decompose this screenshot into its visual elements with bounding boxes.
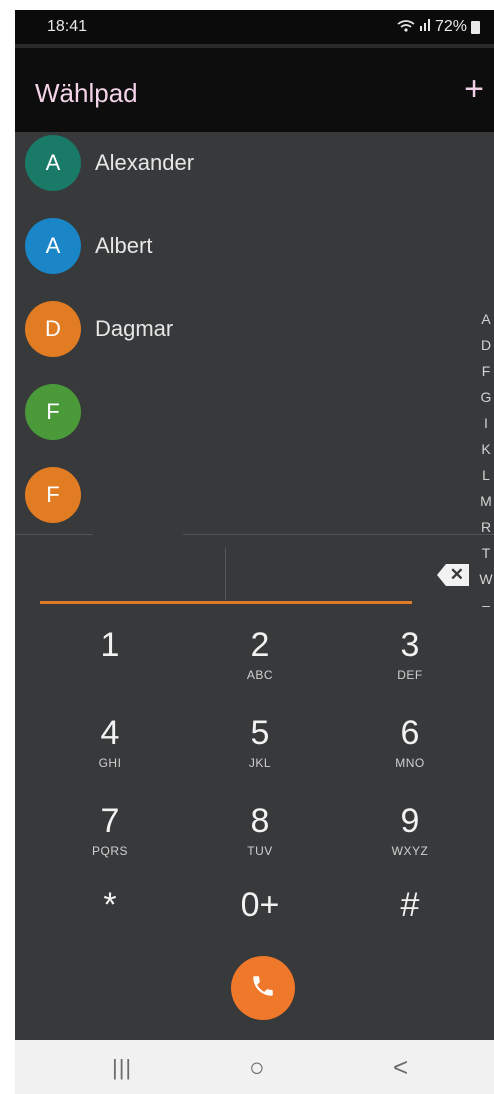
key-1[interactable]: 1 (35, 626, 185, 706)
divider (15, 534, 93, 535)
key-letters: DEF (397, 668, 423, 682)
key-letters: GHI (98, 756, 122, 770)
key-letters: JKL (248, 756, 272, 770)
status-bar: 18:41 72% (15, 10, 494, 44)
recents-button[interactable]: ||| (112, 1055, 132, 1081)
key-5[interactable]: 5 JKL (185, 714, 335, 794)
avatar: D (25, 301, 81, 357)
system-nav-bar: ||| ○ < (15, 1040, 494, 1094)
input-divider (225, 548, 226, 600)
page-title: Wählpad (35, 78, 138, 108)
key-digit: 3 (400, 626, 420, 664)
avatar: F (25, 384, 81, 440)
key-star[interactable]: * (35, 886, 185, 966)
index-letter[interactable]: I (478, 410, 494, 436)
key-3[interactable]: 3 DEF (335, 626, 485, 706)
key-7[interactable]: 7 PQRS (35, 802, 185, 882)
index-letter[interactable]: M (478, 488, 494, 514)
key-9[interactable]: 9 WXYZ (335, 802, 485, 882)
add-contact-button[interactable]: + (464, 70, 484, 109)
key-hash[interactable]: # (335, 886, 485, 966)
key-digit: 4 (100, 714, 120, 752)
contact-item-f1[interactable]: F (25, 383, 95, 441)
key-letters: PQRS (91, 844, 128, 858)
app-bar: Wählpad + (15, 44, 494, 132)
index-letter[interactable]: D (478, 332, 494, 358)
dialpad: ✕ 1 2 ABC 3 DEF 4 GHI 5 JKL 6 MNO 7 PQRS (15, 534, 494, 1084)
wifi-icon (397, 19, 415, 35)
status-time: 18:41 (47, 18, 88, 35)
contact-name: Dagmar (95, 316, 174, 341)
key-2[interactable]: 2 ABC (185, 626, 335, 706)
battery-icon (471, 20, 480, 34)
contact-list: A Alexander A Albert D Dagmar F F A D F … (15, 128, 494, 613)
key-letters: ABC (246, 668, 274, 682)
key-digit: 9 (400, 802, 420, 840)
contact-item-dagmar[interactable]: D Dagmar (25, 300, 173, 358)
signal-icon (419, 18, 431, 36)
avatar: A (25, 135, 81, 191)
key-digit: 1 (100, 626, 120, 664)
key-digit: 5 (250, 714, 270, 752)
backspace-icon[interactable]: ✕ (437, 564, 469, 586)
status-icons: 72% (397, 18, 480, 36)
key-letters: TUV (247, 844, 273, 858)
number-input[interactable] (40, 601, 412, 604)
key-4[interactable]: 4 GHI (35, 714, 185, 794)
avatar: A (25, 218, 81, 274)
key-digit: # (400, 886, 420, 924)
key-letters: MNO (395, 756, 425, 770)
call-button[interactable] (231, 956, 295, 1020)
key-letters: WXYZ (391, 844, 429, 858)
index-letter[interactable]: F (478, 358, 494, 384)
contact-item-f2[interactable]: F (25, 466, 95, 524)
key-digit: 2 (250, 626, 270, 664)
index-letter[interactable]: L (478, 462, 494, 488)
index-letter[interactable]: G (478, 384, 494, 410)
phone-icon (250, 973, 276, 1004)
key-digit: 8 (250, 802, 270, 840)
key-digit: 0+ (240, 886, 280, 924)
key-0[interactable]: 0+ (185, 886, 335, 966)
dialer-screen: 18:41 72% Wählpad + A Alexander A Albert… (15, 10, 494, 1084)
key-6[interactable]: 6 MNO (335, 714, 485, 794)
battery-text: 72% (434, 18, 467, 35)
key-digit: 6 (400, 714, 420, 752)
index-letter[interactable]: K (478, 436, 494, 462)
index-letter[interactable]: A (478, 306, 494, 332)
key-8[interactable]: 8 TUV (185, 802, 335, 882)
contact-item-albert[interactable]: A Albert (25, 217, 152, 275)
home-button[interactable]: ○ (249, 1052, 265, 1083)
key-digit: 7 (100, 802, 120, 840)
back-button[interactable]: < (393, 1052, 408, 1083)
avatar: F (25, 467, 81, 523)
divider (183, 534, 494, 535)
contact-name: Albert (95, 233, 153, 258)
key-digit: * (103, 886, 117, 924)
contact-item-alexander[interactable]: A Alexander (25, 134, 194, 192)
contact-name: Alexander (95, 150, 195, 175)
